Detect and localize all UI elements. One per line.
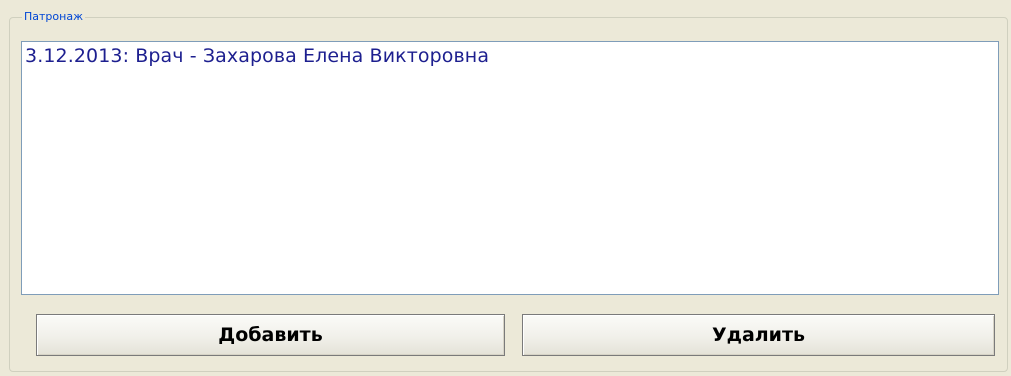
patronage-listbox[interactable]: 3.12.2013: Врач - Захарова Елена Викторо… xyxy=(21,41,999,295)
add-button[interactable]: Добавить xyxy=(36,314,505,356)
patronage-panel: Патронаж 3.12.2013: Врач - Захарова Елен… xyxy=(0,0,1011,376)
delete-button[interactable]: Удалить xyxy=(522,314,995,356)
groupbox-title: Патронаж xyxy=(22,10,85,23)
list-item[interactable]: 3.12.2013: Врач - Захарова Елена Викторо… xyxy=(25,44,995,68)
